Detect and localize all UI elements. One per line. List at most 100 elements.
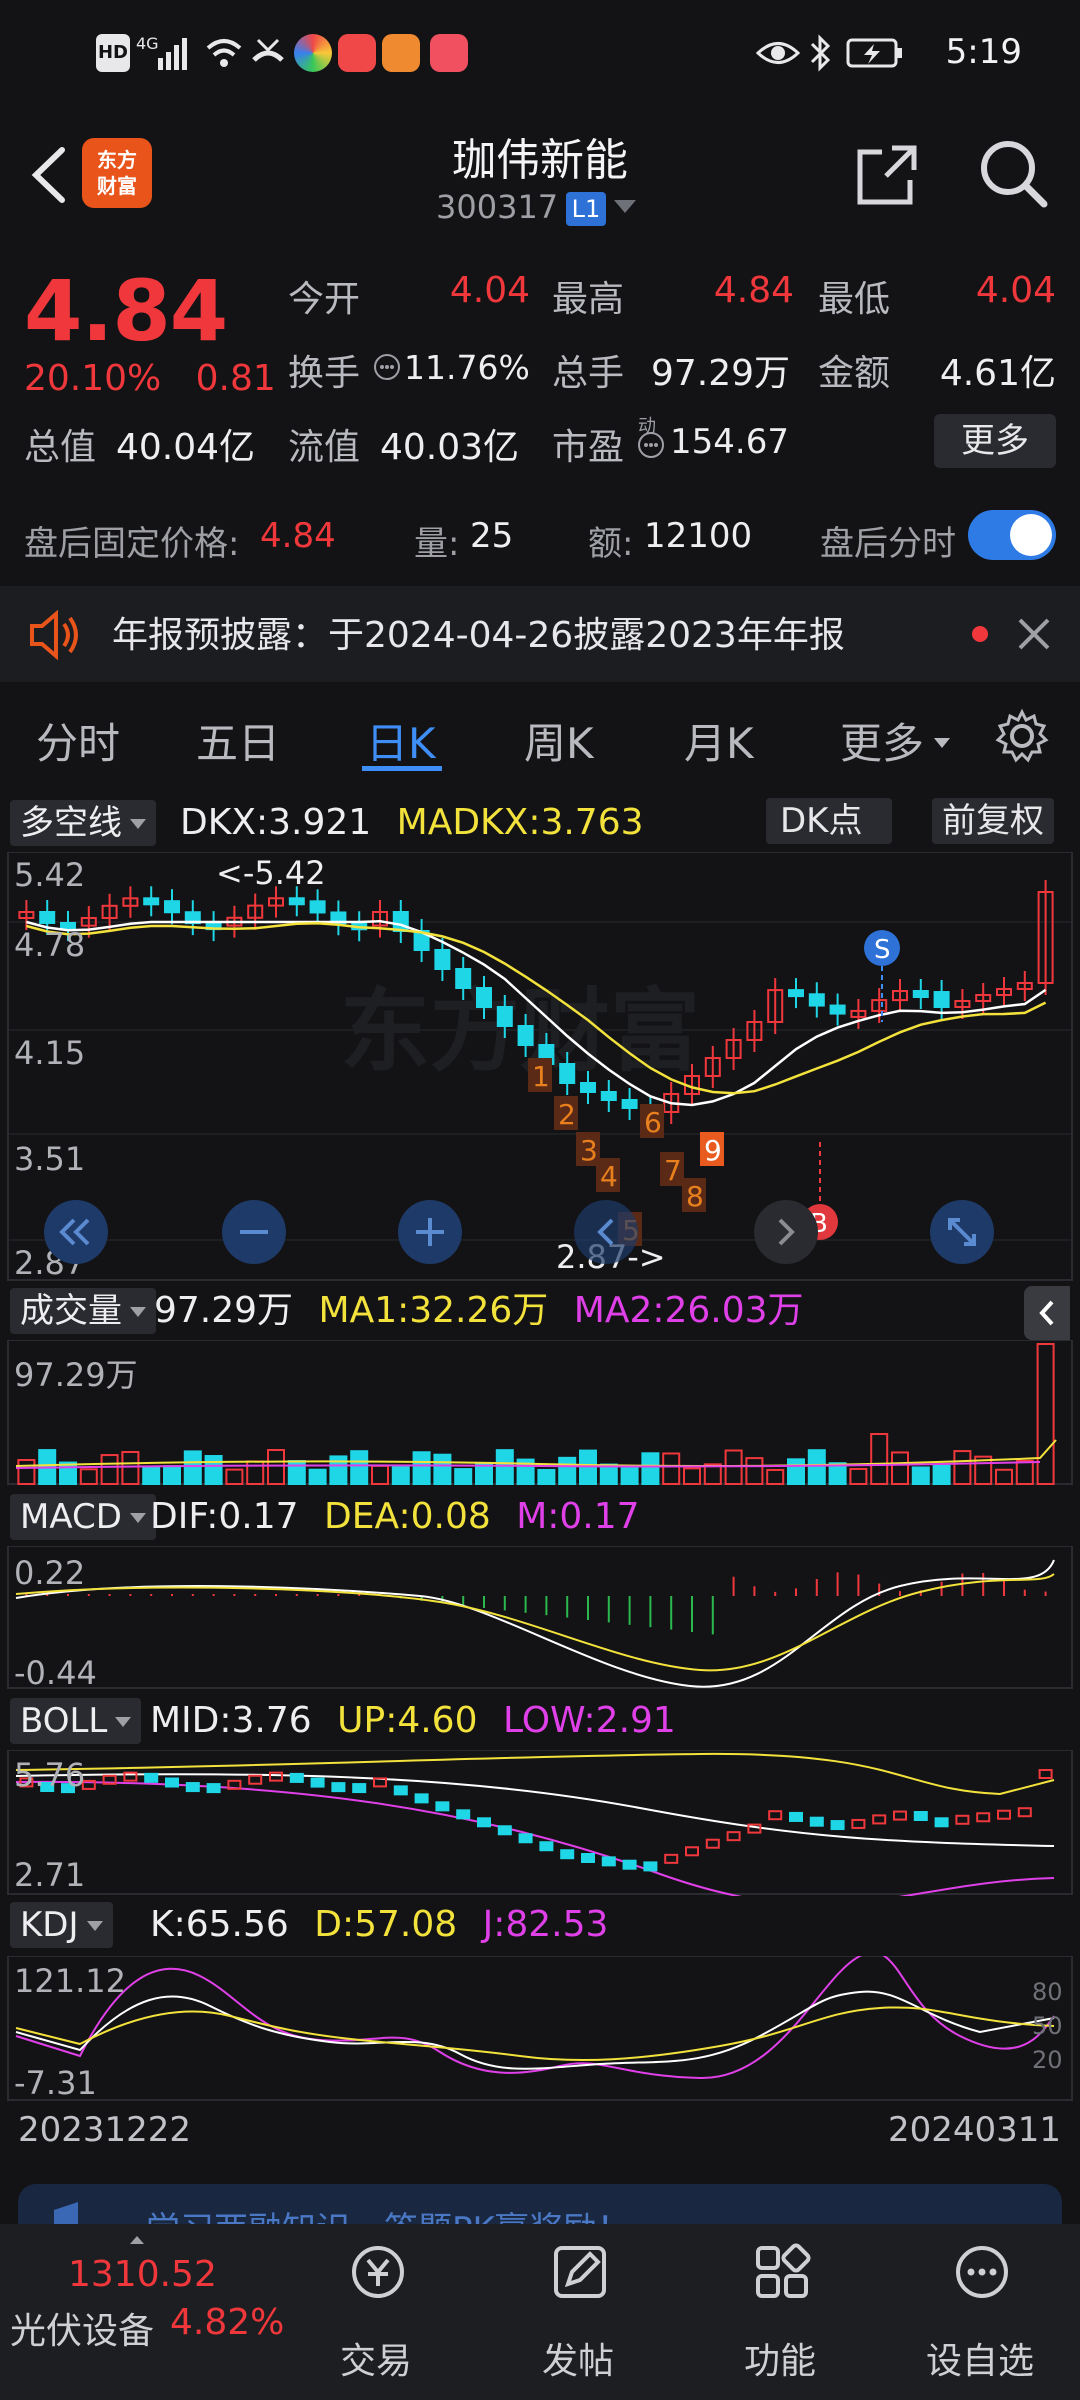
bluetooth-icon <box>808 34 834 72</box>
indicator-select-macd[interactable]: MACD <box>10 1494 156 1540</box>
missed-call-icon <box>250 34 286 72</box>
boll-header: BOLL MID:3.76 UP:4.60 LOW:2.91 <box>0 1692 1080 1750</box>
kdj-level-20: 20 <box>1032 2046 1063 2074</box>
zoom-out-button[interactable] <box>222 1200 286 1264</box>
kdj-j: J:82.53 <box>482 1904 609 1945</box>
boll-chart[interactable] <box>0 1750 1080 1896</box>
nav-post[interactable]: 发帖 <box>478 2224 678 2400</box>
back-button[interactable] <box>22 140 82 210</box>
info-icon[interactable] <box>372 352 402 382</box>
boll-candle <box>809 1816 824 1827</box>
level-badge[interactable]: L1 <box>566 192 606 226</box>
kdj-level-80: 80 <box>1032 1978 1063 2006</box>
after-hours-toggle[interactable] <box>968 510 1056 560</box>
collapse-panel-button[interactable] <box>1024 1286 1070 1340</box>
adjust-button[interactable]: 前复权 <box>932 798 1054 844</box>
search-button[interactable] <box>976 136 1050 210</box>
boll-candle <box>185 1782 200 1793</box>
turnover-label: 换手 <box>288 353 361 394</box>
caret-down-icon[interactable] <box>614 200 636 213</box>
kline-chart[interactable]: 东方财富123456789SB <box>0 852 1080 1282</box>
volume-bar <box>79 1468 98 1486</box>
nav-features[interactable]: 功能 <box>680 2224 880 2400</box>
volume-bar <box>683 1467 701 1485</box>
vol-ma1: MA1:32.26万 <box>318 1290 549 1331</box>
nav-trade[interactable]: 交易 <box>276 2224 476 2400</box>
more-dots-icon <box>956 2246 1008 2298</box>
boll-candle <box>705 1838 720 1849</box>
zoom-in-button[interactable] <box>398 1200 462 1264</box>
after-price-label: 盘后固定价格: <box>24 524 240 564</box>
boll-candle <box>955 1814 970 1825</box>
amount-value: 4.61亿 <box>939 353 1056 394</box>
kdj-k: K:65.56 <box>150 1904 289 1945</box>
tab-intraday[interactable]: 分时 <box>36 710 120 771</box>
kdj-level-50: 50 <box>1032 2012 1063 2040</box>
volume-bar <box>891 1451 909 1485</box>
volume-bar <box>995 1468 1013 1486</box>
boll-values: MID:3.76 UP:4.60 LOW:2.91 <box>150 1698 690 1744</box>
volume-bar <box>142 1465 161 1486</box>
notice-bar[interactable]: 年报预披露：于2024-04-26披露2023年年报 <box>0 586 1080 682</box>
boll-candle <box>581 1853 595 1863</box>
volume-bar <box>412 1451 431 1486</box>
fullscreen-button[interactable] <box>930 1200 994 1264</box>
volume-bar <box>745 1457 764 1486</box>
boll-candle <box>435 1801 450 1812</box>
tab-more[interactable]: 更多 <box>840 710 924 771</box>
volume-bar <box>433 1453 452 1486</box>
nav-add-watchlist[interactable]: 设自选 <box>880 2224 1080 2400</box>
caret-down-icon[interactable] <box>932 736 952 750</box>
tab-weekly-k[interactable]: 周K <box>524 710 594 771</box>
sector-index[interactable]: 1310.52 光伏设备 4.82% <box>0 2224 290 2400</box>
td-count-label: 2 <box>558 1098 576 1131</box>
up-arrow-icon <box>130 2236 144 2244</box>
tab-daily-k[interactable]: 日K <box>366 710 436 771</box>
td-count-label: 7 <box>664 1154 682 1187</box>
macd-header: MACD DIF:0.17 DEA:0.08 M:0.17 <box>0 1488 1080 1546</box>
scroll-left-button[interactable] <box>44 1200 108 1264</box>
volume-bar <box>599 1463 618 1485</box>
boll-mid: MID:3.76 <box>150 1700 312 1741</box>
eye-icon <box>755 34 801 72</box>
chart-frame <box>7 1750 1073 1895</box>
boll-candle <box>1038 1769 1053 1779</box>
candle <box>621 1099 638 1109</box>
indicator-select-kdj[interactable]: KDJ <box>10 1902 113 1948</box>
y-label-top: 5.42 <box>14 856 86 894</box>
madkx-value: MADKX:3.763 <box>396 802 644 843</box>
tab-monthly-k[interactable]: 月K <box>684 710 754 771</box>
kdj-d: D:57.08 <box>314 1904 458 1945</box>
volume-bar <box>953 1450 972 1485</box>
macd-chart[interactable] <box>0 1546 1080 1690</box>
tab-five-day[interactable]: 五日 <box>196 710 280 771</box>
volume-bar <box>807 1449 826 1486</box>
prev-button[interactable] <box>574 1200 638 1264</box>
change-percent: 20.10% <box>24 358 162 399</box>
chevron-left-icon <box>31 147 65 203</box>
apps-grid-icon <box>756 2243 811 2298</box>
next-button[interactable] <box>754 1200 818 1264</box>
close-icon[interactable] <box>1016 616 1052 652</box>
indicator-select-volume[interactable]: 成交量 <box>10 1288 156 1334</box>
change-amount: 0.81 <box>195 358 276 399</box>
boll-candle <box>768 1810 783 1821</box>
volume-bar <box>121 1451 140 1485</box>
kdj-chart[interactable] <box>0 1956 1080 2102</box>
indicator-select-dkx[interactable]: 多空线 <box>10 800 156 846</box>
info-icon[interactable] <box>636 430 666 460</box>
dkx-values: DKX:3.921 MADKX:3.763 <box>180 800 658 846</box>
more-quote-button[interactable]: 更多 <box>934 414 1056 468</box>
hd-icon: HD <box>96 34 130 72</box>
bottom-nav: 1310.52 光伏设备 4.82% 交易 发帖 功能 设自选 <box>0 2224 1080 2400</box>
dk-point-button[interactable]: DK点 <box>766 798 893 844</box>
share-button[interactable] <box>852 140 922 210</box>
float-value: 40.03亿 <box>380 427 520 468</box>
last-price: 4.84 <box>24 262 228 360</box>
gear-icon[interactable] <box>994 708 1050 764</box>
indicator-select-boll[interactable]: BOLL <box>10 1698 142 1744</box>
search-icon <box>981 141 1048 208</box>
volume-chart[interactable] <box>0 1340 1080 1486</box>
boll-candle <box>664 1853 679 1864</box>
trade-icon <box>352 2246 404 2298</box>
